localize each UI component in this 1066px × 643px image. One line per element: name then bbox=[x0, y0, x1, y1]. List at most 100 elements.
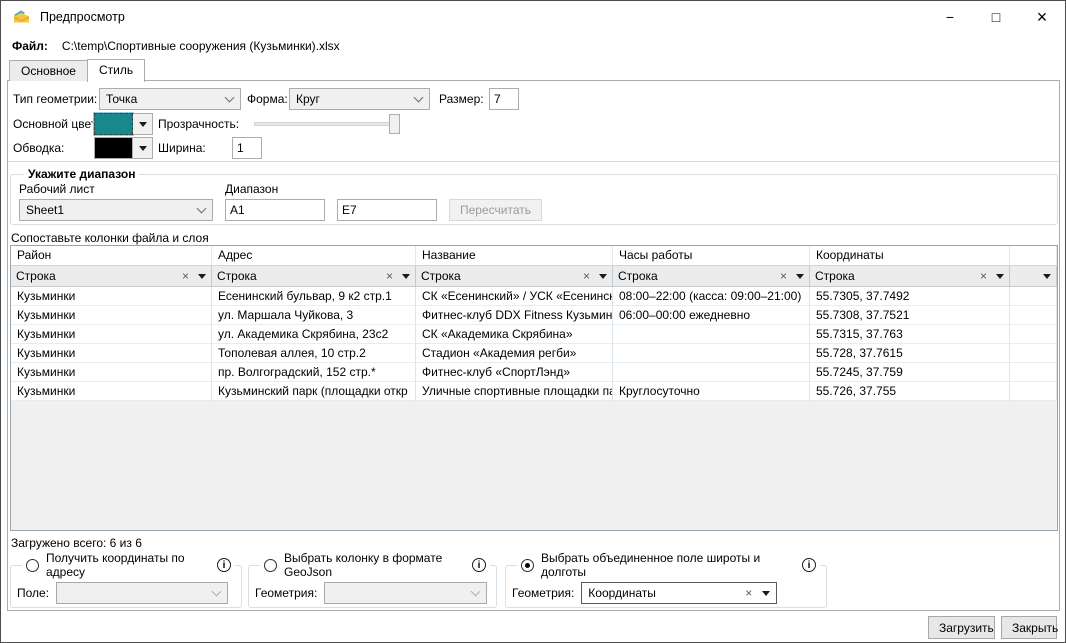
main-color-row: Основной цвет: Прозрачность: bbox=[8, 113, 1059, 135]
mapping-grid: РайонАдресНазваниеЧасы работыКоординатыС… bbox=[10, 245, 1058, 531]
tab-strip: Основное Стиль bbox=[9, 58, 144, 81]
grid-cell: 55.726, 37.755 bbox=[810, 382, 1010, 401]
range-label: Диапазон bbox=[225, 182, 278, 196]
stroke-color-dropdown-button[interactable] bbox=[133, 137, 153, 159]
dropdown-icon[interactable] bbox=[996, 274, 1004, 279]
dropdown-icon bbox=[139, 122, 147, 127]
geo-option-combined: Выбрать объединенное поле широты и долго… bbox=[505, 551, 827, 608]
tab-main[interactable]: Основное bbox=[9, 60, 88, 81]
range-group: Укажите диапазон Рабочий лист Диапазон S… bbox=[10, 167, 1058, 225]
column-type-filter[interactable]: Строка× bbox=[416, 266, 613, 287]
radio-by-address-label: Получить координаты по адресу bbox=[46, 551, 210, 579]
column-type-filter-extra[interactable] bbox=[1010, 266, 1057, 287]
range-group-title: Укажите диапазон bbox=[24, 167, 139, 181]
info-icon[interactable]: i bbox=[802, 558, 816, 572]
main-color-dropdown-button[interactable] bbox=[133, 113, 153, 135]
dropdown-icon[interactable] bbox=[599, 274, 607, 279]
stroke-label: Обводка: bbox=[13, 137, 64, 159]
grid-cell bbox=[613, 325, 810, 344]
grid-cell-extra bbox=[1010, 382, 1057, 401]
window-title: Предпросмотр bbox=[40, 10, 125, 24]
grid-cell: Кузьминки bbox=[11, 382, 212, 401]
grid-cell: Кузьминки bbox=[11, 344, 212, 363]
dropdown-icon[interactable] bbox=[402, 274, 410, 279]
grid-cell: ул. Маршала Чуйкова, 3 bbox=[212, 306, 416, 325]
filter-type-value: Строка bbox=[217, 269, 386, 283]
clear-icon[interactable]: × bbox=[386, 270, 393, 282]
geometry-type-select[interactable]: Точка bbox=[99, 88, 241, 110]
dropdown-icon[interactable] bbox=[762, 591, 770, 596]
grid-cell-extra bbox=[1010, 287, 1057, 306]
main-color-picker[interactable] bbox=[94, 113, 153, 135]
worksheet-select[interactable]: Sheet1 bbox=[19, 199, 213, 221]
main-color-swatch[interactable] bbox=[94, 113, 133, 135]
close-window-button[interactable]: × bbox=[1019, 1, 1065, 33]
clear-icon[interactable]: × bbox=[745, 586, 752, 600]
grid-cell: СК «Есенинский» / УСК «Есенински bbox=[416, 287, 613, 306]
clear-icon[interactable]: × bbox=[780, 270, 787, 282]
chevron-down-icon bbox=[414, 92, 424, 102]
clear-icon[interactable]: × bbox=[980, 270, 987, 282]
info-icon[interactable]: i bbox=[472, 558, 486, 572]
combined-column-select[interactable]: Координаты × bbox=[581, 582, 777, 604]
geo-option-by-address: Получить координаты по адресу i Поле: bbox=[10, 551, 242, 608]
grid-cell: 55.7308, 37.7521 bbox=[810, 306, 1010, 325]
file-label: Файл: bbox=[12, 39, 48, 53]
radio-by-address[interactable] bbox=[26, 559, 39, 572]
stroke-color-swatch[interactable] bbox=[94, 137, 133, 159]
tab-style[interactable]: Стиль bbox=[87, 59, 145, 82]
column-type-filter[interactable]: Строка× bbox=[810, 266, 1010, 287]
clear-icon[interactable]: × bbox=[583, 270, 590, 282]
address-field-select[interactable] bbox=[56, 582, 228, 604]
column-type-filter[interactable]: Строка× bbox=[11, 266, 212, 287]
minimize-button[interactable]: − bbox=[927, 1, 973, 33]
recalculate-button[interactable]: Пересчитать bbox=[449, 199, 542, 221]
column-type-filter[interactable]: Строка× bbox=[212, 266, 416, 287]
grid-cell-extra bbox=[1010, 363, 1057, 382]
geojson-column-select[interactable] bbox=[324, 582, 487, 604]
column-header[interactable]: Часы работы bbox=[613, 246, 810, 266]
column-header[interactable]: Название bbox=[416, 246, 613, 266]
filter-type-value: Строка bbox=[421, 269, 583, 283]
geometry-label: Геометрия: bbox=[255, 586, 317, 600]
title-bar: Предпросмотр − □ × bbox=[1, 1, 1065, 33]
radio-geojson[interactable] bbox=[264, 559, 277, 572]
slider-thumb[interactable] bbox=[389, 114, 400, 134]
stroke-width-label: Ширина: bbox=[158, 137, 206, 159]
info-icon[interactable]: i bbox=[217, 558, 231, 572]
grid-cell: Кузьминский парк (площадки откр bbox=[212, 382, 416, 401]
grid-cell: пр. Волгоградский, 152 стр.* bbox=[212, 363, 416, 382]
grid-cell: Кузьминки bbox=[11, 287, 212, 306]
close-button[interactable]: Закрыть bbox=[1001, 616, 1057, 639]
load-button[interactable]: Загрузить bbox=[928, 616, 995, 639]
column-type-filter[interactable]: Строка× bbox=[613, 266, 810, 287]
file-row: Файл: C:\temp\Спортивные сооружения (Куз… bbox=[12, 39, 340, 53]
shape-select[interactable]: Круг bbox=[289, 88, 430, 110]
stroke-color-picker[interactable] bbox=[94, 137, 153, 159]
size-input[interactable] bbox=[489, 88, 519, 110]
grid-cell: Есенинский бульвар, 9 к2 стр.1 bbox=[212, 287, 416, 306]
opacity-slider[interactable] bbox=[254, 114, 400, 134]
range-start-input[interactable] bbox=[225, 199, 325, 221]
column-header[interactable]: Адрес bbox=[212, 246, 416, 266]
grid-cell: ул. Академика Скрябина, 23с2 bbox=[212, 325, 416, 344]
range-end-input[interactable] bbox=[337, 199, 437, 221]
clear-icon[interactable]: × bbox=[182, 270, 189, 282]
grid-cell: 06:00–00:00 ежедневно bbox=[613, 306, 810, 325]
dropdown-icon[interactable] bbox=[1043, 274, 1051, 279]
radio-combined-label: Выбрать объединенное поле широты и долго… bbox=[541, 551, 795, 579]
grid-cell: Кузьминки bbox=[11, 325, 212, 344]
file-path: C:\temp\Спортивные сооружения (Кузьминки… bbox=[62, 39, 340, 53]
column-header[interactable]: Район bbox=[11, 246, 212, 266]
maximize-button[interactable]: □ bbox=[973, 1, 1019, 33]
stroke-width-input[interactable] bbox=[232, 137, 262, 159]
radio-combined[interactable] bbox=[521, 559, 534, 572]
column-header[interactable]: Координаты bbox=[810, 246, 1010, 266]
grid-cell-extra bbox=[1010, 344, 1057, 363]
slider-track[interactable] bbox=[254, 122, 400, 126]
chevron-down-icon bbox=[197, 203, 207, 213]
column-header-extra bbox=[1010, 246, 1057, 266]
dropdown-icon[interactable] bbox=[796, 274, 804, 279]
dropdown-icon[interactable] bbox=[198, 274, 206, 279]
grid-cell: Круглосуточно bbox=[613, 382, 810, 401]
